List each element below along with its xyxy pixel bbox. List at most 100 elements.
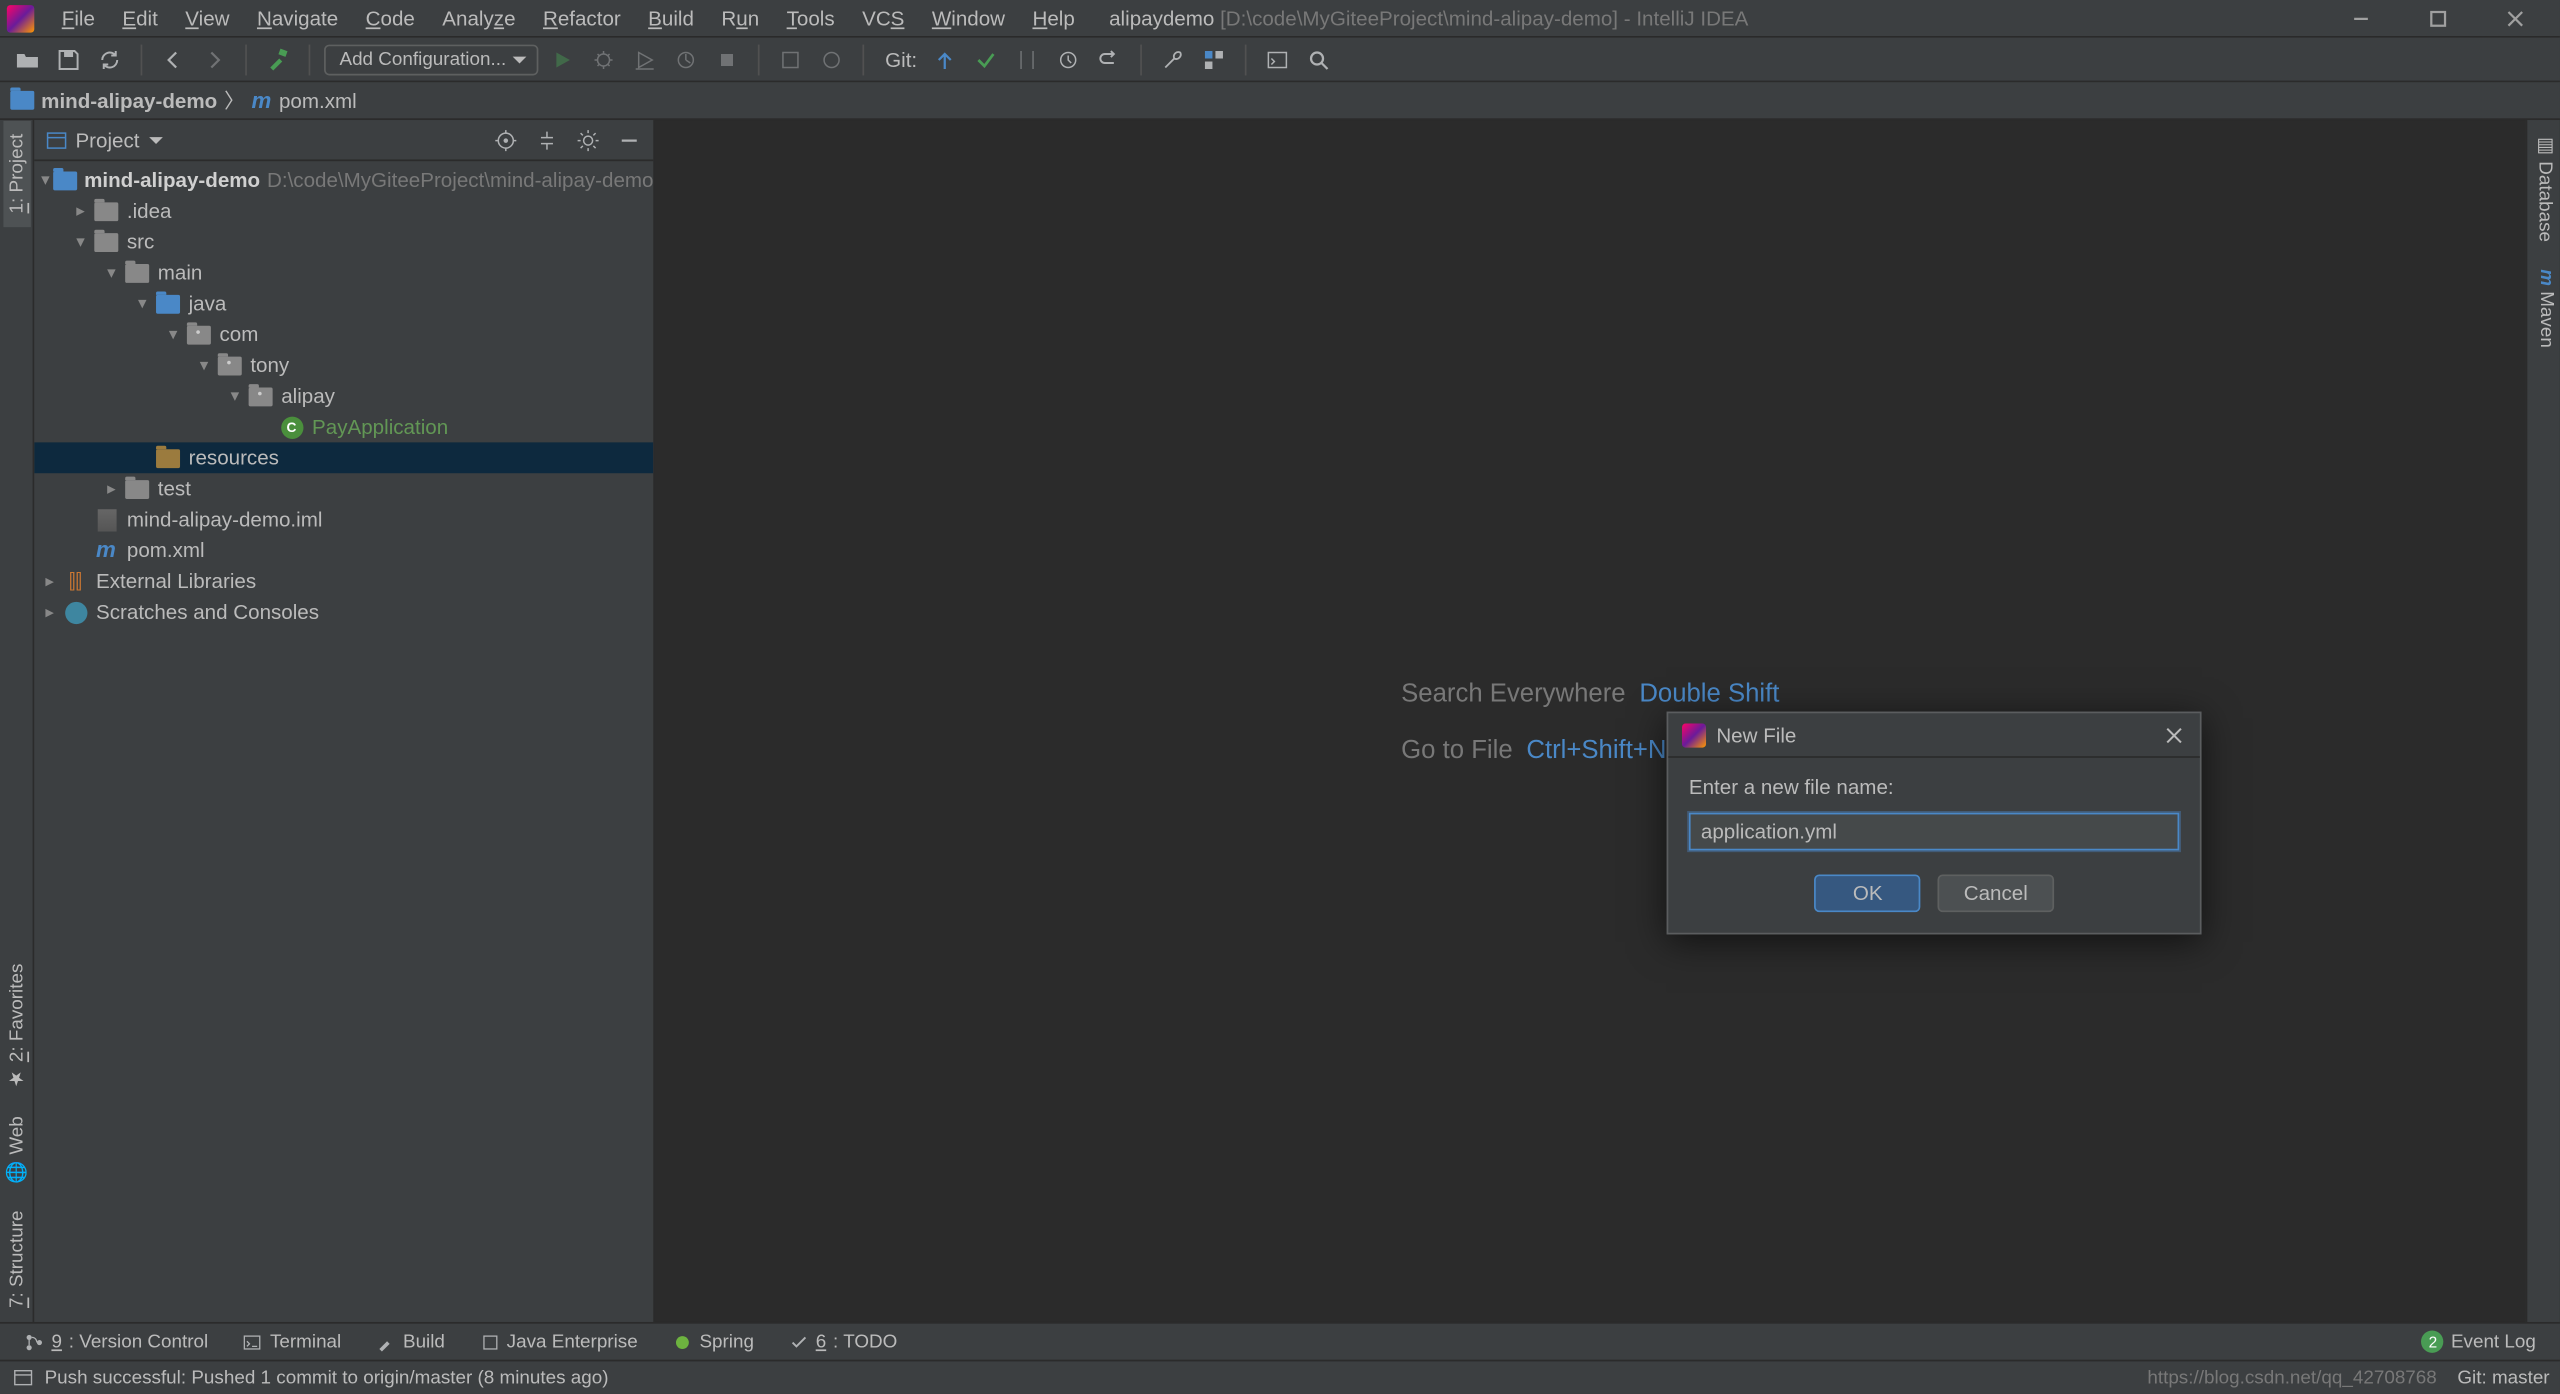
window-title-product: IntelliJ IDEA [1636,6,1748,30]
project-tree[interactable]: mind-alipay-demo D:\code\MyGiteeProject\… [34,161,653,1322]
package-icon [187,325,211,344]
menu-refactor[interactable]: Refactor [529,3,634,34]
hide-icon[interactable] [616,126,643,153]
open-icon[interactable] [10,42,44,76]
tab-project[interactable]: 1: Project [3,120,30,227]
tab-vcs[interactable]: 9: Version Control [7,1328,226,1355]
event-log-label: Event Log [2451,1331,2536,1352]
tree-label: mind-alipay-demo.iml [127,508,323,532]
close-button[interactable] [2476,1,2553,35]
ok-button[interactable]: OK [1815,874,1921,912]
menu-build[interactable]: Build [634,3,707,34]
scratches-icon [64,601,86,623]
menu-edit[interactable]: Edit [109,3,172,34]
stop-icon[interactable] [710,42,744,76]
tab-event-log[interactable]: 2 Event Log [2405,1327,2553,1356]
tree-scratches[interactable]: Scratches and Consoles [34,597,653,628]
git-update-icon[interactable] [927,42,961,76]
tree-iml[interactable]: mind-alipay-demo.iml [34,504,653,535]
minimize-button[interactable] [2322,1,2399,35]
project-structure-icon[interactable] [1197,42,1231,76]
tree-idea[interactable]: .idea [34,195,653,226]
folder-icon [10,91,34,110]
tree-root[interactable]: mind-alipay-demo D:\code\MyGiteeProject\… [34,165,653,196]
toolbar: Add Configuration... Git: [0,38,2560,83]
status-window-icon[interactable] [10,1366,34,1390]
tree-label: .idea [127,199,172,223]
git-compare-icon[interactable] [1010,42,1044,76]
maximize-button[interactable] [2399,1,2476,35]
breadcrumb-file[interactable]: m pom.xml [252,88,357,112]
status-bar: Push successful: Pushed 1 commit to orig… [0,1360,2560,1394]
back-icon[interactable] [156,42,190,76]
sync-icon[interactable] [93,42,127,76]
tree-java[interactable]: java [34,288,653,319]
tab-java-ee[interactable]: Java Enterprise [462,1328,655,1355]
dialog-titlebar: New File [1668,713,2200,758]
collapse-all-icon[interactable] [533,126,560,153]
dialog-close-button[interactable] [2162,723,2186,747]
class-icon [280,416,302,438]
tree-main[interactable]: main [34,257,653,288]
settings-wrench-icon[interactable] [1155,42,1189,76]
tree-label: main [158,261,203,285]
run-icon[interactable] [546,42,580,76]
tab-terminal[interactable]: Terminal [225,1328,358,1355]
debug-icon[interactable] [587,42,621,76]
tree-pkg-alipay[interactable]: alipay [34,381,653,412]
forward-icon[interactable] [197,42,231,76]
tree-src[interactable]: src [34,226,653,257]
tree-pkg-tony[interactable]: tony [34,350,653,381]
save-icon[interactable] [51,42,85,76]
project-tool-title-label: Project [75,128,139,152]
menu-view[interactable]: View [172,3,244,34]
tree-pkg-com[interactable]: com [34,319,653,350]
menu-analyze[interactable]: Analyze [429,3,530,34]
breadcrumb-root[interactable]: mind-alipay-demo [10,88,217,112]
file-name-input[interactable] [1689,813,2179,851]
menu-tools[interactable]: Tools [773,3,848,34]
tab-web[interactable]: 🌐 Web [2,1103,31,1197]
tab-spring[interactable]: Spring [655,1328,771,1355]
window-title-app: alipaydemo [1109,6,1214,30]
profile-icon[interactable] [669,42,703,76]
tab-build[interactable]: Build [358,1328,462,1355]
tab-todo[interactable]: 6: TODO [771,1328,914,1355]
maven-icon: m [252,90,273,111]
cancel-button[interactable]: Cancel [1938,874,2053,912]
git-rollback-icon[interactable] [1092,42,1126,76]
coverage-icon[interactable] [628,42,662,76]
tree-ext-lib[interactable]: ⫿⫿ External Libraries [34,566,653,597]
menu-file[interactable]: File [48,3,109,34]
git-commit-icon[interactable] [969,42,1003,76]
tree-label: PayApplication [312,415,448,439]
tree-pom[interactable]: m pom.xml [34,535,653,566]
tree-test[interactable]: test [34,473,653,504]
tab-maven[interactable]: m Maven [2527,256,2560,362]
tab-database[interactable]: ▤ Database [2527,120,2560,256]
menu-navigate[interactable]: Navigate [243,3,352,34]
separator [309,44,311,75]
menu-help[interactable]: Help [1019,3,1089,34]
gear-icon[interactable] [574,126,601,153]
menu-vcs[interactable]: VCS [848,3,918,34]
tab-favorites[interactable]: ★ 2: Favorites [2,949,31,1103]
menu-window[interactable]: Window [918,3,1019,34]
menu-code[interactable]: Code [352,3,429,34]
project-tool-title[interactable]: Project [45,128,164,152]
menu-run[interactable]: Run [708,3,773,34]
build-hammer-icon[interactable] [261,42,295,76]
attach-debug-icon[interactable] [815,42,849,76]
library-icon: ⫿⫿ [69,568,82,594]
run-config-dropdown[interactable]: Add Configuration... [324,44,539,75]
search-everywhere-icon[interactable] [1301,42,1335,76]
locate-icon[interactable] [492,126,519,153]
run-anything-icon[interactable] [1260,42,1294,76]
git-history-icon[interactable] [1051,42,1085,76]
tree-class-pay[interactable]: PayApplication [34,412,653,443]
separator [1140,44,1142,75]
tree-resources[interactable]: resources [34,442,653,473]
status-branch[interactable]: Git: master [2457,1367,2549,1388]
tab-structure[interactable]: 7: Structure [3,1197,30,1322]
attach-icon[interactable] [774,42,808,76]
